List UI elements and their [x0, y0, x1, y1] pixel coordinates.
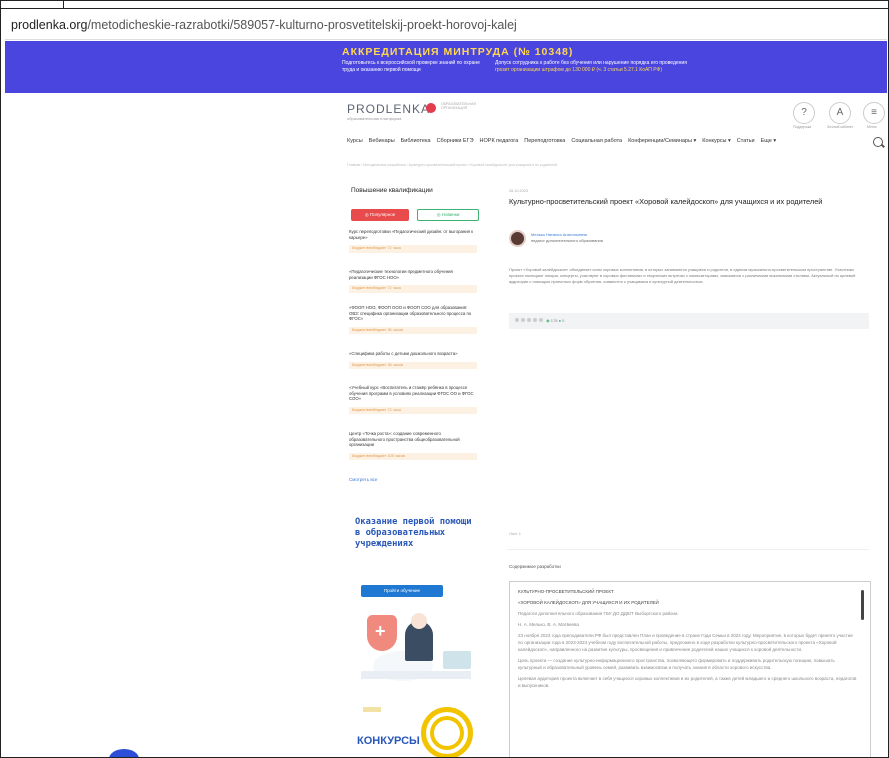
document-line: Педагоги дополнительного образования ГБУ…	[518, 611, 678, 616]
main-nav: Курсы Вебинары Библиотека Сборники ЕГЭ Н…	[347, 138, 776, 150]
document-section-label: Содержимое разработки	[509, 564, 561, 569]
comments-icon: ●	[558, 318, 561, 323]
banner-text-warning: грозит организации штрафом до 130 000 ₽ …	[495, 66, 663, 73]
nav-item-conferences[interactable]: Конференции/Семинары ▾	[628, 138, 696, 150]
accreditation-banner[interactable]: АККРЕДИТАЦИЯ МИНТРУДА (№ 10348) Подготов…	[5, 41, 887, 93]
document-line: Цель проекта — создание культурно-информ…	[518, 658, 835, 670]
site-logo-subtitle: образовательная платформа	[347, 116, 402, 121]
url-path: /metodicheskie-razrabotki/589057-kulturn…	[87, 18, 517, 32]
floating-widget[interactable]	[109, 749, 139, 757]
promo-title: Оказание первой помощи в образовательных…	[355, 517, 472, 549]
rating-star-icon[interactable]	[515, 318, 519, 322]
first-aid-promo[interactable]: Оказание первой помощи в образовательных…	[343, 501, 483, 681]
course-price: Бюджет/внебюджет 72 часа	[349, 245, 477, 253]
rating-star-icon[interactable]	[539, 318, 543, 322]
article-title: Культурно-просветительский проект «Хоров…	[509, 197, 823, 206]
contests-promo[interactable]: КОНКУРСЫ	[343, 699, 483, 757]
course-item[interactable]: «ФООП НОО, ФООП ООО и ФООП СОО для образ…	[349, 305, 477, 335]
document-line: Н. А. Мелько, В. А. Матвеева	[518, 622, 579, 627]
nav-item-social[interactable]: Социальная работа	[571, 138, 622, 150]
contests-label: КОНКУРСЫ	[357, 735, 420, 747]
banner-text-left: Подготовьтесь к всероссийской проверке з…	[342, 60, 480, 73]
nav-item-library[interactable]: Библиотека	[401, 138, 431, 150]
author-info[interactable]: Мелько Наталья Анатольевна педагог допол…	[531, 232, 603, 244]
sidebar-courses: Повышение квалификации ◎ Популярное ◎ Но…	[343, 181, 483, 491]
nav-item-ege[interactable]: Сборники ЕГЭ	[437, 138, 474, 150]
breadcrumb[interactable]: Главная / Методические разработки / Куль…	[347, 163, 867, 169]
divider	[507, 549, 869, 550]
nav-item-contests[interactable]: Конкурсы ▾	[702, 138, 731, 150]
course-item[interactable]: Центр «Точка роста»: создание современно…	[349, 431, 477, 461]
views-count: 178	[550, 318, 558, 323]
rating-star-icon[interactable]	[527, 318, 531, 322]
document-content: КУЛЬТУРНО-ПРОСВЕТИТЕЛЬСКИЙ ПРОЕКТ «ХОРОВ…	[518, 588, 858, 693]
medical-shield-icon	[367, 615, 397, 651]
document-line: КУЛЬТУРНО-ПРОСВЕТИТЕЛЬСКИЙ ПРОЕКТ	[518, 589, 614, 594]
document-line: Целевая аудитория проекта включает в себ…	[518, 676, 857, 688]
course-price: Бюджет/внебюджет 36 часов	[349, 361, 477, 370]
course-item[interactable]: «Специфика работы с детьми дошкольного в…	[349, 351, 477, 370]
course-price: Бюджет/внебюджет 36 часов	[349, 326, 477, 335]
sidebar-title: Повышение квалификации	[351, 187, 433, 194]
document-line: 23 ноября 2023 года преподаватели РФ был…	[518, 633, 853, 652]
course-item[interactable]: Курс переподготовки «Педагогический диза…	[349, 229, 477, 253]
document-viewer[interactable]: КУЛЬТУРНО-ПРОСВЕТИТЕЛЬСКИЙ ПРОЕКТ «ХОРОВ…	[509, 581, 871, 757]
nav-item-courses[interactable]: Курсы	[347, 138, 363, 150]
menu-icon[interactable]: ≡	[863, 102, 885, 124]
course-title: «Специфика работы с детьми дошкольного в…	[349, 351, 458, 356]
partner-logo-icon	[426, 103, 436, 113]
nav-item-retraining[interactable]: Переподготовка	[524, 138, 565, 150]
contests-ring-icon	[421, 707, 473, 757]
course-title: «Учебный курс «Воспитатель и стажёр ребё…	[349, 385, 474, 402]
author-role: педагог дополнительного образования	[531, 238, 603, 243]
nav-item-nork[interactable]: НОРК педагога	[480, 138, 519, 150]
contests-decoration	[363, 707, 381, 712]
user-label: Личный кабинет	[827, 125, 854, 129]
help-icon[interactable]: ?	[793, 102, 815, 124]
views-icon: ◉	[546, 318, 550, 323]
rating-star-icon[interactable]	[533, 318, 537, 322]
course-price: Бюджет/внебюджет 72 часа	[349, 406, 477, 415]
course-title: Центр «Точка роста»: создание современно…	[349, 431, 460, 448]
course-title: Курс переподготовки «Педагогический диза…	[349, 229, 474, 240]
article-date: 28.10.2023	[509, 189, 529, 193]
course-item[interactable]: «Учебный курс «Воспитатель и стажёр ребё…	[349, 385, 477, 415]
banner-title: АККРЕДИТАЦИЯ МИНТРУДА (№ 10348)	[342, 46, 574, 58]
user-icon[interactable]: A	[829, 102, 851, 124]
url-domain: prodlenka.org	[11, 18, 88, 32]
article-stats-bar: ◉ 178 ● 0	[509, 313, 869, 329]
document-scrollbar[interactable]	[861, 590, 864, 620]
doctor-face-illustration	[411, 613, 427, 629]
banner-text-right: Допуск сотрудника к работе без обучения …	[495, 60, 795, 73]
course-title: «ФООП НОО, ФООП ООО и ФООП СОО для образ…	[349, 305, 472, 322]
author-avatar[interactable]	[509, 230, 526, 247]
new-button[interactable]: ◎ Новинки	[417, 209, 479, 221]
promo-button[interactable]: Пройти обучение	[361, 585, 443, 597]
page-label: Лист 1	[509, 531, 522, 536]
rating-star-icon[interactable]	[521, 318, 525, 322]
see-all-link[interactable]: Смотреть все	[349, 477, 377, 482]
laptop-illustration	[443, 651, 471, 669]
popular-button[interactable]: ◎ Популярное	[351, 209, 409, 221]
partner-logo-text: ОБРАЗОВАТЕЛЬНАЯ ОРГАНИЗАЦИЯ	[441, 102, 476, 110]
site-logo[interactable]: PRODLENKA	[347, 102, 430, 116]
window-top-strip	[1, 1, 888, 9]
nav-item-more[interactable]: Еще ▾	[761, 138, 776, 150]
article-description: Проект «Хоровой калейдоскоп» объединяет …	[509, 267, 856, 285]
course-title: «Педагогические технологии предметного о…	[349, 269, 453, 280]
nav-item-articles[interactable]: Статьи	[737, 138, 755, 150]
desk-illustration	[361, 671, 471, 679]
nav-item-webinars[interactable]: Вебинары	[369, 138, 395, 150]
address-bar[interactable]: prodlenka.org/metodicheskie-razrabotki/5…	[5, 10, 887, 40]
course-price: Бюджет/внебюджет 72 часа	[349, 285, 477, 293]
help-label: Поддержка	[793, 125, 812, 129]
search-icon[interactable]	[873, 137, 883, 147]
document-line: «ХОРОВОЙ КАЛЕЙДОСКОП» ДЛЯ УЧАЩИХСЯ И ИХ …	[518, 600, 659, 605]
course-price: Бюджет/внебюджет 108 часов	[349, 452, 477, 461]
menu-label: Меню	[867, 125, 877, 129]
browser-frame: prodlenka.org/metodicheskie-razrabotki/5…	[0, 0, 889, 758]
course-item[interactable]: «Педагогические технологии предметного о…	[349, 269, 477, 293]
comments-count: 0	[562, 318, 565, 323]
